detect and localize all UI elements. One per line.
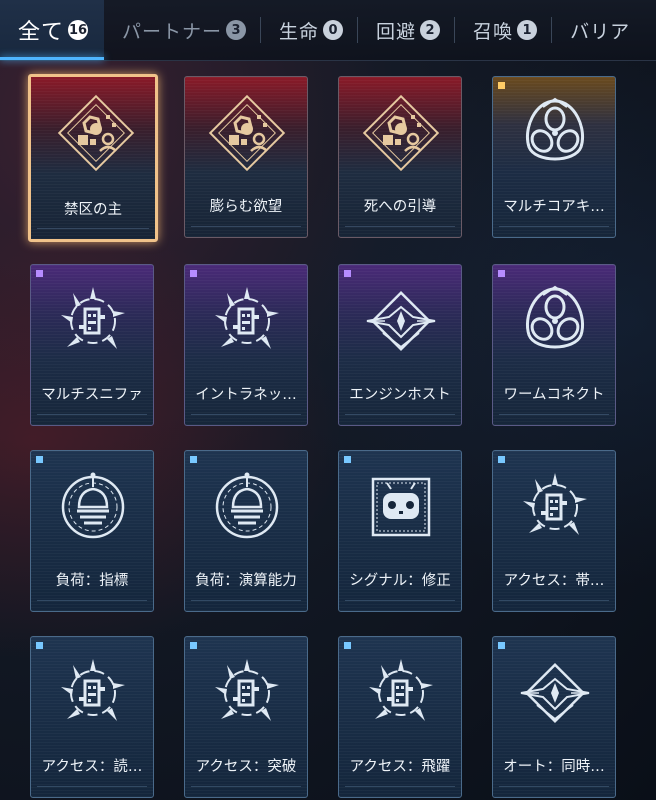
card-footer-line bbox=[345, 414, 455, 419]
card-footer-line bbox=[345, 226, 455, 231]
card-name: 膨らむ欲望 bbox=[209, 199, 283, 215]
module-card[interactable]: アクセス：突破 bbox=[184, 636, 308, 798]
tab-life[interactable]: 生命 0 bbox=[261, 0, 357, 60]
module-card-grid: 禁区の主 膨らむ欲望 死への引導 マルチコアキ… マルチスニファ イントラネッ… エンジンホ… bbox=[0, 60, 656, 800]
tab-count-badge: 3 bbox=[226, 20, 247, 40]
hex-network-emblem-icon bbox=[361, 93, 441, 173]
card-footer-line bbox=[499, 414, 609, 419]
module-card[interactable]: マルチコアキ… bbox=[492, 76, 616, 238]
card-name: イントラネッ… bbox=[195, 387, 297, 403]
rarity-marker bbox=[36, 642, 43, 649]
card-footer-line bbox=[37, 414, 147, 419]
card-footer-line bbox=[191, 786, 301, 791]
rarity-marker bbox=[344, 456, 351, 463]
card-name: 死への引導 bbox=[363, 199, 437, 215]
hex-network-emblem-icon bbox=[207, 93, 287, 173]
tab-label: パートナー bbox=[122, 20, 223, 43]
card-footer-line bbox=[37, 228, 149, 233]
tab-count-badge: 1 bbox=[517, 20, 538, 40]
tab-evasion[interactable]: 回避 2 bbox=[358, 0, 454, 60]
module-card[interactable]: 禁区の主 bbox=[28, 74, 158, 242]
module-card[interactable]: 負荷：演算能力 bbox=[184, 450, 308, 612]
robot-face-icon bbox=[361, 467, 441, 547]
module-card[interactable]: 負荷：指標 bbox=[30, 450, 154, 612]
tab-all[interactable]: 全て 16 bbox=[0, 0, 104, 60]
card-footer-line bbox=[499, 600, 609, 605]
module-card[interactable]: 死への引導 bbox=[338, 76, 462, 238]
module-card[interactable]: オート：同時… bbox=[492, 636, 616, 798]
dome-meter-icon bbox=[207, 467, 287, 547]
rarity-marker bbox=[190, 270, 197, 277]
module-card[interactable]: 膨らむ欲望 bbox=[184, 76, 308, 238]
card-footer-line bbox=[345, 600, 455, 605]
dome-meter-icon bbox=[53, 467, 133, 547]
rarity-marker bbox=[498, 82, 505, 89]
category-tab-bar: 全て 16 パートナー 3 生命 0 回避 2 召喚 1 バリア bbox=[0, 0, 656, 61]
module-card[interactable]: マルチスニファ bbox=[30, 264, 154, 426]
card-name: エンジンホスト bbox=[349, 387, 451, 403]
card-name: 負荷：演算能力 bbox=[195, 573, 297, 589]
card-name: マルチスニファ bbox=[41, 387, 143, 403]
tab-count-badge: 2 bbox=[420, 20, 441, 40]
spiked-bug-icon bbox=[53, 281, 133, 361]
module-card[interactable]: エンジンホスト bbox=[338, 264, 462, 426]
card-footer-line bbox=[37, 786, 147, 791]
card-footer-line bbox=[499, 226, 609, 231]
rarity-marker bbox=[190, 456, 197, 463]
tab-label: バリア bbox=[570, 20, 631, 43]
card-name: 禁区の主 bbox=[64, 202, 122, 218]
tab-count-badge: 0 bbox=[323, 20, 344, 40]
rarity-marker bbox=[498, 642, 505, 649]
module-card[interactable]: アクセス：帯… bbox=[492, 450, 616, 612]
tab-count-badge: 16 bbox=[68, 20, 89, 40]
card-name: ワームコネクト bbox=[503, 387, 605, 403]
card-name: アクセス：飛躍 bbox=[349, 759, 451, 775]
tab-partner[interactable]: パートナー 3 bbox=[104, 0, 260, 60]
rarity-marker bbox=[36, 270, 43, 277]
card-footer-line bbox=[499, 786, 609, 791]
rarity-marker bbox=[190, 642, 197, 649]
rarity-marker bbox=[344, 642, 351, 649]
tab-label: 回避 bbox=[376, 20, 417, 43]
card-footer-line bbox=[191, 414, 301, 419]
card-name: オート：同時… bbox=[503, 759, 605, 775]
tab-label: 全て bbox=[18, 20, 65, 45]
triple-core-icon bbox=[515, 93, 595, 173]
spiked-bug-icon bbox=[361, 653, 441, 733]
tab-label: 召喚 bbox=[473, 20, 514, 43]
card-footer-line bbox=[191, 600, 301, 605]
card-name: アクセス：読… bbox=[41, 759, 143, 775]
module-card[interactable]: ワームコネクト bbox=[492, 264, 616, 426]
rarity-marker bbox=[344, 270, 351, 277]
card-footer-line bbox=[345, 786, 455, 791]
rarity-marker bbox=[498, 456, 505, 463]
winged-crest-icon bbox=[515, 653, 595, 733]
card-footer-line bbox=[37, 600, 147, 605]
module-card[interactable]: シグナル：修正 bbox=[338, 450, 462, 612]
module-card[interactable]: アクセス：飛躍 bbox=[338, 636, 462, 798]
winged-crest-icon bbox=[361, 281, 441, 361]
spiked-bug-icon bbox=[53, 653, 133, 733]
card-name: アクセス：帯… bbox=[503, 573, 605, 589]
card-footer-line bbox=[191, 226, 301, 231]
tab-summon[interactable]: 召喚 1 bbox=[455, 0, 551, 60]
rarity-marker bbox=[498, 270, 505, 277]
spiked-bug-icon bbox=[515, 467, 595, 547]
card-name: シグナル：修正 bbox=[349, 573, 451, 589]
triple-core-icon bbox=[515, 281, 595, 361]
spiked-bug-icon bbox=[207, 653, 287, 733]
hex-network-emblem-icon bbox=[56, 93, 136, 173]
spiked-bug-icon bbox=[207, 281, 287, 361]
tab-barrier[interactable]: バリア bbox=[552, 0, 644, 60]
module-card[interactable]: イントラネッ… bbox=[184, 264, 308, 426]
card-name: アクセス：突破 bbox=[195, 759, 297, 775]
rarity-marker bbox=[36, 456, 43, 463]
tab-label: 生命 bbox=[279, 20, 320, 43]
module-card[interactable]: アクセス：読… bbox=[30, 636, 154, 798]
card-name: 負荷：指標 bbox=[55, 573, 129, 589]
card-name: マルチコアキ… bbox=[503, 199, 605, 215]
